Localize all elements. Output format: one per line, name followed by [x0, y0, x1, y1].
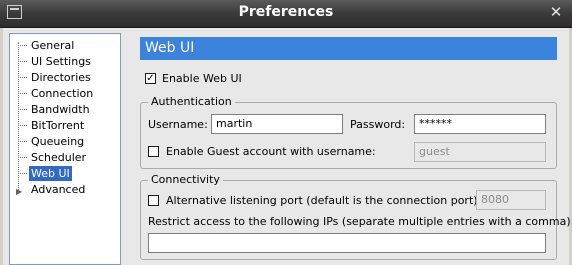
enable-web-ui-checkbox[interactable]: ✓ [145, 73, 156, 84]
username-input[interactable]: martin [211, 114, 343, 134]
sidebar-item-advanced[interactable]: Advanced [29, 182, 87, 197]
guest-username-input[interactable]: guest [414, 142, 546, 162]
alternative-port-input[interactable]: 8080 [476, 190, 546, 210]
enable-web-ui-label[interactable]: Enable Web UI [162, 72, 242, 85]
tree-branch [18, 141, 27, 142]
password-label: Password: [350, 118, 406, 131]
tree-connector-line [18, 42, 19, 192]
tree-branch [18, 157, 27, 158]
sidebar-item-web-ui[interactable]: Web UI [29, 166, 72, 181]
tree-branch [18, 93, 27, 94]
alternative-port-checkbox[interactable] [148, 195, 159, 206]
alternative-port-label[interactable]: Alternative listening port (default is t… [166, 194, 481, 207]
username-label: Username: [148, 118, 208, 131]
sidebar-item-queueing[interactable]: Queueing [29, 134, 86, 149]
close-icon[interactable]: ✕ [547, 4, 565, 20]
enable-guest-label[interactable]: Enable Guest account with username: [166, 145, 376, 158]
sidebar-item-directories[interactable]: Directories [29, 70, 93, 85]
tree-branch [18, 77, 27, 78]
tree-branch [18, 109, 27, 110]
tree-branch [18, 45, 27, 46]
expand-arrow-icon[interactable]: ▶ [16, 187, 22, 196]
sidebar-item-bittorrent[interactable]: BitTorrent [29, 118, 86, 133]
enable-guest-checkbox[interactable] [148, 146, 159, 157]
category-tree[interactable]: General UI Settings Directories Connecti… [9, 33, 121, 265]
tree-branch [18, 173, 27, 174]
sidebar-item-general[interactable]: General [29, 38, 76, 53]
restrict-ips-label: Restrict access to the following IPs (se… [148, 215, 572, 228]
connectivity-group-title: Connectivity [148, 173, 223, 186]
tree-branch [18, 61, 27, 62]
sidebar-item-bandwidth[interactable]: Bandwidth [29, 102, 92, 117]
password-input[interactable]: ****** [414, 114, 546, 134]
window-title: Preferences [238, 4, 334, 20]
page-title: Web UI [140, 37, 557, 60]
authentication-group-title: Authentication [148, 95, 235, 108]
sidebar-item-ui-settings[interactable]: UI Settings [29, 54, 93, 69]
restrict-ips-input[interactable] [148, 233, 546, 253]
tree-branch [18, 125, 27, 126]
sidebar-item-connection[interactable]: Connection [29, 86, 95, 101]
sidebar-item-scheduler[interactable]: Scheduler [29, 150, 88, 165]
title-bar: Preferences ✕ [0, 0, 572, 28]
